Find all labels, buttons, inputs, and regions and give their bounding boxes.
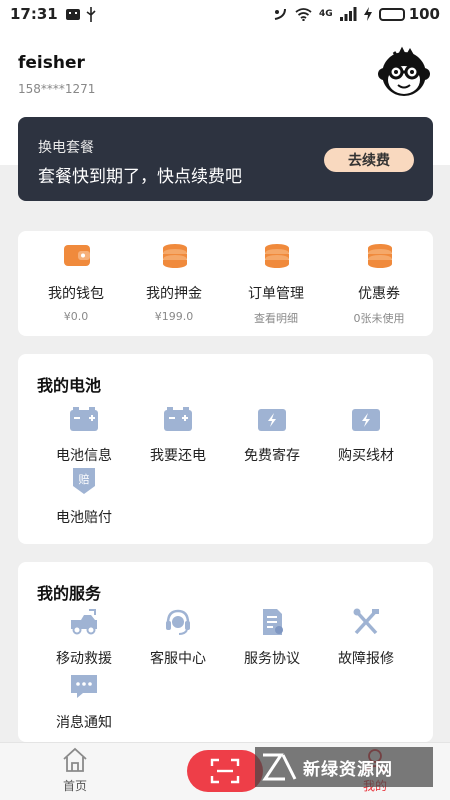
tab-home[interactable]: 首页 [30, 743, 120, 800]
watermark-logo-icon [262, 753, 297, 781]
customer-service-label: 客服中心 [150, 651, 206, 667]
buy-cable-item[interactable]: 购买线材 [316, 405, 416, 465]
coins-icon [163, 244, 187, 268]
battery-return-label: 我要还电 [150, 448, 206, 464]
battery-charge-icon [352, 409, 380, 431]
wallet-icon [64, 245, 90, 266]
coupons-label: 优惠券 [358, 286, 400, 302]
status-bar: 17:31 4G 100 [0, 0, 450, 28]
compensation-icon: 赔 [73, 468, 95, 494]
tools-icon [353, 608, 379, 635]
compensation-badge: 赔 [79, 472, 90, 486]
battery-section-title: 我的电池 [37, 376, 102, 395]
coins-icon [265, 244, 289, 268]
renew-button[interactable]: 去续费 [324, 148, 414, 172]
battery-text: 100 [408, 5, 440, 23]
deposit-value: ¥199.0 [154, 310, 194, 323]
wallet-item-deposit[interactable]: 我的押金 ¥199.0 [124, 231, 224, 336]
battery-section: 我的电池 电池信息 我要还电 免费寄存 购买线材 赔 电池赔付 [18, 354, 433, 544]
home-icon [63, 747, 87, 772]
repair-label: 故障报修 [338, 651, 394, 667]
wallet-value: ¥0.0 [63, 310, 89, 323]
message-label: 消息通知 [56, 715, 112, 731]
customer-service-item[interactable]: 客服中心 [128, 608, 228, 668]
avatar[interactable] [376, 44, 432, 100]
battery-info-icon [70, 407, 98, 431]
orders-label: 订单管理 [248, 286, 304, 302]
message-icon [71, 675, 97, 698]
notification-icon [65, 8, 80, 20]
free-storage-label: 免费寄存 [244, 448, 300, 464]
orders-value: 查看明细 [254, 312, 298, 325]
plan-card: 换电套餐 套餐快到期了，快点续费吧 去续费 [18, 117, 433, 201]
status-time: 17:31 [10, 5, 58, 23]
coins-icon [368, 244, 392, 268]
battery-compensation-label: 电池赔付 [56, 510, 112, 526]
battery-indicator: 100 [378, 5, 440, 23]
deposit-label: 我的押金 [146, 286, 202, 302]
service-agreement-item[interactable]: 服务协议 [222, 608, 322, 668]
wallet-item-wallet[interactable]: 我的钱包 ¥0.0 [26, 231, 126, 336]
wallet-card: 我的钱包 ¥0.0 我的押金 ¥199.0 订单管理 查看明细 优惠券 0张未使 [18, 231, 433, 336]
repair-item[interactable]: 故障报修 [316, 608, 416, 668]
wifi-icon [295, 8, 312, 21]
user-name: feisher [18, 53, 85, 73]
battery-info-item[interactable]: 电池信息 [34, 405, 134, 465]
battery-return-item[interactable]: 我要还电 [128, 405, 228, 465]
watermark-text: 新绿资源网 [303, 759, 393, 780]
charging-icon [363, 7, 372, 21]
signal-icon [339, 7, 357, 21]
wallet-item-coupons[interactable]: 优惠券 0张未使用 [329, 231, 429, 336]
nfc-icon [274, 8, 287, 20]
free-storage-item[interactable]: 免费寄存 [222, 405, 322, 465]
watermark: 新绿资源网 [255, 747, 433, 787]
service-agreement-label: 服务协议 [244, 651, 300, 667]
scan-icon [210, 758, 240, 784]
rescue-label: 移动救援 [56, 651, 112, 667]
service-section: 我的服务 移动救援 客服中心 服务协议 故障报修 消息通知 [18, 562, 433, 742]
tow-truck-icon [71, 609, 97, 635]
buy-cable-label: 购买线材 [338, 448, 394, 464]
rescue-item[interactable]: 移动救援 [34, 608, 134, 668]
wallet-item-orders[interactable]: 订单管理 查看明细 [226, 231, 326, 336]
service-section-title: 我的服务 [37, 584, 102, 603]
plan-message: 套餐快到期了，快点续费吧 [38, 167, 242, 187]
wallet-label: 我的钱包 [48, 286, 104, 302]
usb-icon [86, 6, 96, 22]
document-icon [263, 609, 283, 635]
tab-home-label: 首页 [62, 779, 87, 793]
battery-charge-icon [258, 409, 286, 431]
headset-icon [166, 609, 190, 635]
battery-info-label: 电池信息 [56, 448, 112, 464]
scan-button[interactable] [187, 750, 263, 792]
message-item[interactable]: 消息通知 [34, 672, 134, 732]
plan-title: 换电套餐 [38, 140, 94, 156]
coupons-value: 0张未使用 [353, 312, 405, 325]
user-phone: 158****1271 [18, 82, 96, 96]
network-type: 4G [319, 8, 333, 19]
battery-compensation-item[interactable]: 赔 电池赔付 [34, 467, 134, 527]
battery-return-icon [164, 407, 192, 431]
